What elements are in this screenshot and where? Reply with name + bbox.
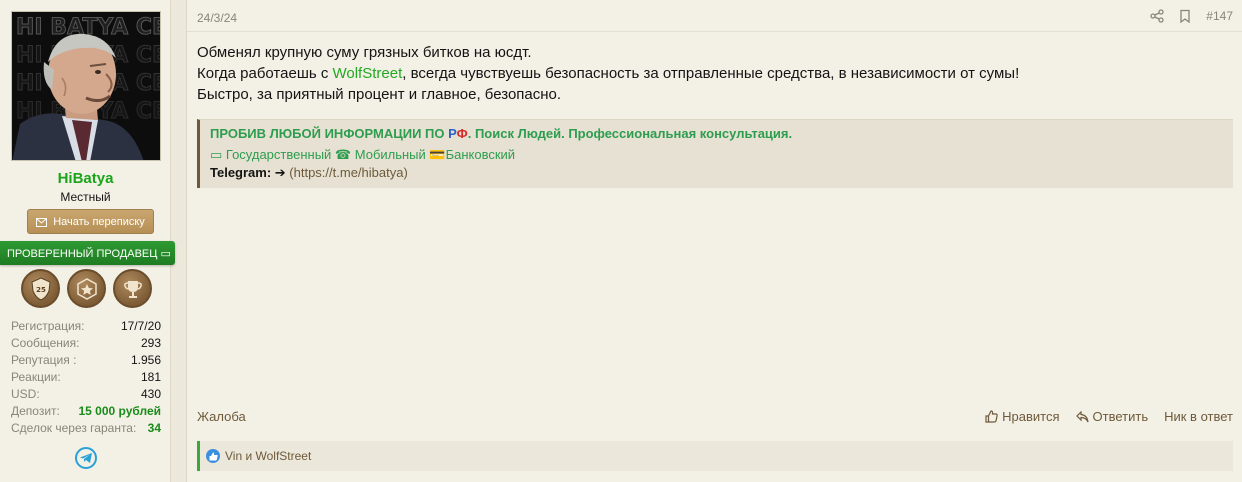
- stat-value: 34: [147, 420, 161, 435]
- stat-label: Сделок через гаранта:: [11, 420, 137, 435]
- arrow-icon: ➔: [271, 165, 290, 180]
- username[interactable]: HiBatya: [0, 170, 171, 187]
- stat-value: 15 000 рублей: [78, 403, 161, 418]
- post-header: 24/3/24 #147: [187, 0, 1242, 32]
- start-conversation-button[interactable]: Начать переписку: [27, 209, 154, 234]
- stat-value: 293: [140, 335, 161, 350]
- signature-title-end: . Поиск Людей. Профессиональная консульт…: [467, 126, 793, 141]
- report-link[interactable]: Жалоба: [197, 409, 246, 424]
- stat-label: USD:: [11, 386, 40, 401]
- telegram-label: Telegram:: [210, 165, 272, 180]
- post-line-2: Когда работаешь с WolfStreet, всегда чув…: [197, 63, 1233, 84]
- stat-row: Регистрация: 17/7/20: [11, 317, 161, 334]
- signature-telegram: Telegram: ➔ (https://t.me/hibatya): [210, 164, 1223, 182]
- user-title: Местный: [60, 190, 111, 204]
- signature-title: ПРОБИВ ЛЮБОЙ ИНФОРМАЦИИ ПО РФ. Поиск Люд…: [210, 126, 1223, 142]
- bookmark-icon[interactable]: [1178, 9, 1192, 24]
- medal-trophy-icon[interactable]: [67, 269, 106, 308]
- trophy-number: 25: [36, 286, 46, 294]
- signature: ПРОБИВ ЛЮБОЙ ИНФОРМАЦИИ ПО РФ. Поиск Люд…: [197, 119, 1233, 188]
- stat-label: Депозит:: [11, 403, 60, 418]
- stat-label: Сообщения:: [11, 335, 80, 350]
- post-line-1: Обменял крупную суму грязных битков на ю…: [197, 44, 532, 61]
- signature-services: ▭ Государственный ☎ Мобильный 💳Банковски…: [210, 147, 516, 162]
- post: 24/3/24 #147 Обменял крупную суму грязны…: [186, 0, 1242, 482]
- cup-trophy-icon[interactable]: [113, 269, 152, 308]
- post-number[interactable]: #147: [1206, 9, 1233, 23]
- stat-value: 181: [140, 369, 161, 384]
- stat-row: Сделок через гаранта: 34: [11, 419, 161, 436]
- user-sidebar: HI BATYA СЕРВИС HI BATYA СЕРВИС HI BATYA…: [0, 0, 175, 482]
- reactions-bar: Vin и WolfStreet: [197, 441, 1233, 471]
- reply-label: Ответить: [1092, 409, 1149, 424]
- stat-row: Сообщения: 293: [11, 334, 161, 351]
- thumbs-up-icon: [985, 410, 998, 423]
- stat-label: Регистрация:: [11, 318, 85, 333]
- reply-button[interactable]: Ответить: [1075, 409, 1149, 424]
- post-header-actions: #147: [1150, 9, 1233, 24]
- start-conversation-label: Начать переписку: [53, 215, 145, 228]
- signature-title-r: Р: [448, 126, 457, 141]
- post-line-2-end: , всегда чувствуешь безопасность за отпр…: [402, 65, 1020, 82]
- user-stats: Регистрация: 17/7/20 Сообщения: 293 Репутаци…: [11, 317, 161, 436]
- mention-reply-button[interactable]: Ник в ответ: [1164, 409, 1233, 424]
- post-line-3: Быстро, за приятный процент и главное, б…: [197, 86, 562, 103]
- stat-row: Репутация : 1.956: [11, 351, 161, 368]
- avatar[interactable]: HI BATYA СЕРВИС HI BATYA СЕРВИС HI BATYA…: [11, 11, 161, 161]
- stat-value: 1.956: [130, 352, 161, 367]
- telegram-url-link[interactable]: (https://t.me/hibatya): [289, 165, 408, 180]
- post-footer: Жалоба Нравится Ответить Ник в ответ: [197, 409, 1233, 427]
- stat-row: Реакции: 181: [11, 368, 161, 385]
- verified-seller-badge: ПРОВЕРЕННЫЙ ПРОДАВЕЦ ▭: [0, 241, 175, 265]
- stat-value: 17/7/20: [120, 318, 161, 333]
- stat-row: USD: 430: [11, 385, 161, 402]
- reply-icon: [1075, 410, 1089, 422]
- signature-title-start: ПРОБИВ ЛЮБОЙ ИНФОРМАЦИИ ПО: [210, 126, 449, 141]
- stat-label: Репутация :: [11, 352, 77, 367]
- user-mention-link[interactable]: WolfStreet: [333, 65, 403, 82]
- post-date[interactable]: 24/3/24: [197, 11, 237, 25]
- share-icon[interactable]: [1150, 9, 1164, 23]
- like-label: Нравится: [1002, 409, 1060, 424]
- telegram-icon[interactable]: [75, 447, 97, 469]
- post-footer-actions: Нравится Ответить Ник в ответ: [985, 409, 1233, 424]
- trophy-list: 25: [21, 269, 152, 308]
- post-body: Обменял крупную суму грязных битков на ю…: [197, 42, 1233, 105]
- stat-value: 430: [140, 386, 161, 401]
- signature-title-f: Ф: [456, 126, 468, 141]
- like-reaction-icon: [206, 449, 220, 463]
- stat-label: Реакции:: [11, 369, 61, 384]
- like-button[interactable]: Нравится: [985, 409, 1060, 424]
- stat-row: Депозит: 15 000 рублей: [11, 402, 161, 419]
- shield-trophy-icon[interactable]: 25: [21, 269, 60, 308]
- reactions-users[interactable]: Vin и WolfStreet: [225, 449, 311, 463]
- post-line-2-start: Когда работаешь с: [197, 65, 333, 82]
- envelope-icon: [36, 217, 48, 227]
